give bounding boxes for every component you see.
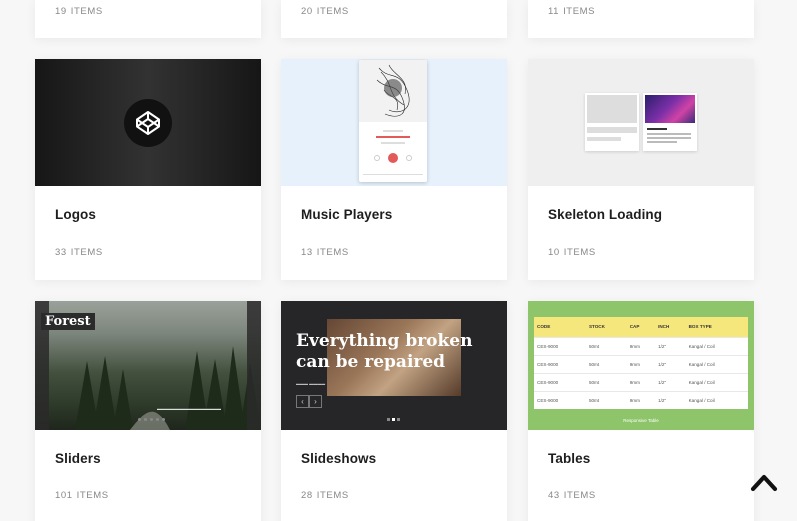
category-title[interactable]: Logos <box>55 207 96 222</box>
table-row: CES-9000 50mt 9mm 1/2" Kangal / Coil <box>534 336 748 355</box>
category-card[interactable]: 19 ITEMS <box>35 0 261 38</box>
play-icon <box>388 153 398 163</box>
slide-label: Forest <box>41 313 95 330</box>
category-card-skeleton-loading[interactable]: Skeleton Loading 10 ITEMS <box>528 59 754 280</box>
category-card-slideshows[interactable]: Everything broken can be repaired ▬▬▬ ▬▬… <box>281 301 507 521</box>
slideshow-dots <box>387 408 402 426</box>
table-caption: Responsive Table <box>623 418 659 423</box>
slideshow-subline: ▬▬▬ ▬▬▬▬ <box>296 381 326 386</box>
category-title[interactable]: Tables <box>548 451 590 466</box>
slideshow-controls: ‹ › <box>296 395 322 408</box>
slideshow-headline: Everything broken can be repaired <box>296 331 473 372</box>
table-preview: CODE STOCK CAP INCH BOX TYPE CES-9000 50m… <box>534 317 748 409</box>
chevron-up-icon <box>750 474 778 492</box>
slider-dots <box>138 408 168 426</box>
back-to-top-button[interactable] <box>750 470 778 494</box>
item-count: 19 ITEMS <box>55 6 103 17</box>
category-thumbnail[interactable] <box>528 59 754 186</box>
category-title[interactable]: Music Players <box>301 207 392 222</box>
category-card-logos[interactable]: Logos 33 ITEMS <box>35 59 261 280</box>
category-card-tables[interactable]: CODE STOCK CAP INCH BOX TYPE CES-9000 50m… <box>528 301 754 521</box>
item-count: 33 ITEMS <box>55 247 103 258</box>
category-card-sliders[interactable]: Forest ▬▬▬▬▬▬▬▬▬▬▬▬▬▬▬▬ Sliders 101 ITEMS <box>35 301 261 521</box>
music-player-preview <box>359 60 427 182</box>
codepen-logo-icon <box>124 99 172 147</box>
category-thumbnail[interactable]: Forest ▬▬▬▬▬▬▬▬▬▬▬▬▬▬▬▬ <box>35 301 261 430</box>
item-count: 101 ITEMS <box>55 490 109 501</box>
category-card-music-players[interactable]: Music Players 13 ITEMS <box>281 59 507 280</box>
table-row: CES-9000 50mt 9mm 1/2" Kangal / Coil <box>534 390 748 409</box>
item-count: 13 ITEMS <box>301 247 349 258</box>
loaded-card <box>643 93 697 151</box>
table-row: CES-9000 50mt 9mm 1/2" Kangal / Coil <box>534 372 748 391</box>
category-thumbnail[interactable]: Everything broken can be repaired ▬▬▬ ▬▬… <box>281 301 507 430</box>
skeleton-card <box>585 93 639 151</box>
category-title[interactable]: Sliders <box>55 451 101 466</box>
item-count: 11 ITEMS <box>548 6 596 17</box>
category-title[interactable]: Slideshows <box>301 451 376 466</box>
table-row: CES-9000 50mt 9mm 1/2" Kangal / Coil <box>534 354 748 373</box>
category-thumbnail[interactable] <box>281 59 507 186</box>
item-count: 20 ITEMS <box>301 6 349 17</box>
category-card[interactable]: 20 ITEMS <box>281 0 507 38</box>
item-count: 43 ITEMS <box>548 490 596 501</box>
item-count: 28 ITEMS <box>301 490 349 501</box>
category-title[interactable]: Skeleton Loading <box>548 207 662 222</box>
category-card[interactable]: 11 ITEMS <box>528 0 754 38</box>
next-arrow-icon: › <box>309 395 322 408</box>
category-thumbnail[interactable] <box>35 59 261 186</box>
category-thumbnail[interactable]: CODE STOCK CAP INCH BOX TYPE CES-9000 50m… <box>528 301 754 430</box>
item-count: 10 ITEMS <box>548 247 596 258</box>
prev-arrow-icon: ‹ <box>296 395 309 408</box>
